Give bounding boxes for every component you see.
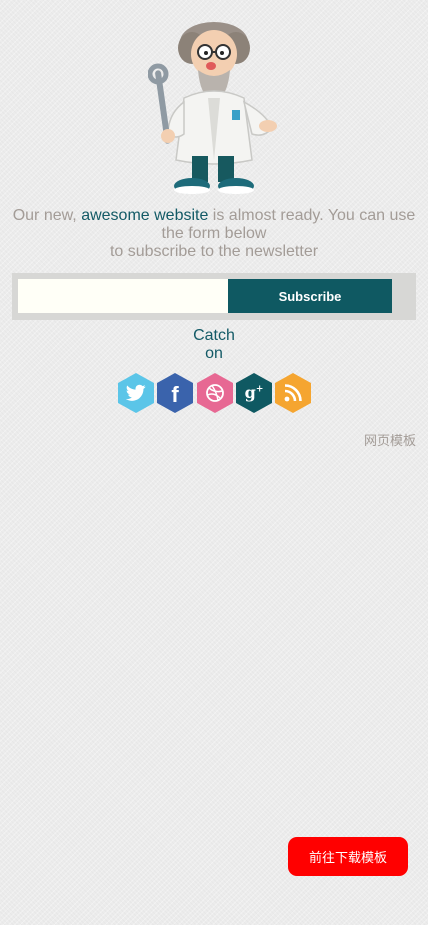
twitter-bird-glyph: [126, 384, 146, 401]
coming-soon-page: Our new, awesome website is almost ready…: [0, 0, 428, 925]
intro-highlight: awesome website: [81, 207, 209, 224]
catch-on-line2: on: [205, 345, 223, 362]
twitter-icon[interactable]: [118, 373, 154, 413]
subscribe-button[interactable]: Subscribe: [228, 279, 392, 313]
intro-text-start: Our new,: [12, 207, 82, 224]
web-template-link[interactable]: 网页模板: [364, 430, 416, 449]
facebook-glyph: f: [171, 382, 179, 407]
intro-text-line2: to subscribe to the newsletter: [109, 243, 319, 260]
rss-icon[interactable]: [275, 373, 311, 413]
dribbble-icon[interactable]: [197, 373, 233, 413]
newsletter-form: Subscribe: [12, 273, 416, 320]
facebook-icon[interactable]: f: [157, 373, 193, 413]
google-plus-glyph: g+: [244, 383, 264, 402]
catch-on-line1: Catch: [193, 327, 235, 344]
catch-on-label: Catch on: [164, 327, 264, 363]
dribbble-ball-glyph: [206, 384, 224, 402]
social-icons: f g+: [118, 373, 318, 415]
scientist-mascot-illustration: [148, 22, 277, 194]
google-plus-icon[interactable]: g+: [236, 373, 272, 413]
email-input[interactable]: [18, 279, 228, 313]
download-template-button[interactable]: 前往下载模板: [288, 837, 408, 876]
intro-text: Our new, awesome website is almost ready…: [8, 207, 420, 261]
rss-feed-glyph: [284, 384, 302, 402]
